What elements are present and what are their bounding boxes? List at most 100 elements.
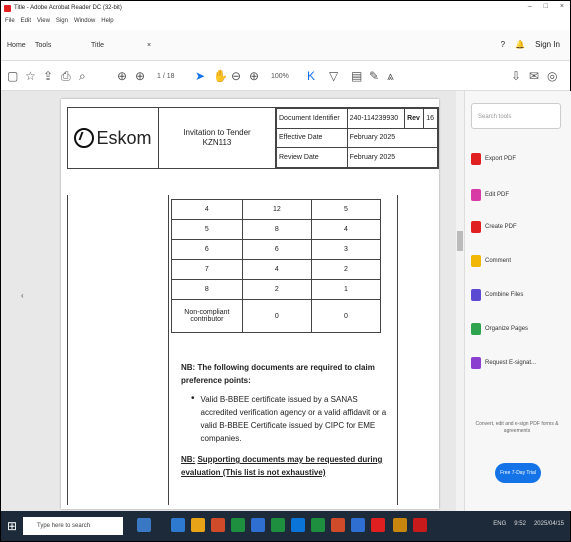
free-trial-button[interactable]: Free 7-Day Trial <box>495 463 541 483</box>
table-cell: 4 <box>310 219 382 240</box>
tab-tools[interactable]: Tools <box>35 42 51 49</box>
eskom-logo-icon <box>74 128 95 148</box>
create-icon[interactable]: ▢ <box>7 69 18 83</box>
highlight-icon[interactable]: K <box>307 69 315 83</box>
taskbar-app-icon[interactable] <box>393 518 407 532</box>
tool-organize-pages[interactable]: Organize Pages <box>471 323 528 335</box>
pencil-icon[interactable]: ✎ <box>369 69 379 83</box>
tool-comment[interactable]: Comment <box>471 255 511 267</box>
points-table: 4 12 5 584 663 742 821 Non-compliant contr… <box>171 199 382 333</box>
scrollbar-thumb[interactable] <box>457 231 463 251</box>
clock-time[interactable]: 9:52 <box>514 521 526 527</box>
tool-label: Create PDF <box>485 224 517 230</box>
taskbar-app-icon[interactable] <box>251 518 265 532</box>
help-icon[interactable]: ? <box>501 40 505 49</box>
table-cell: 6 <box>241 239 312 260</box>
select-cursor-icon[interactable]: ➤ <box>195 69 205 83</box>
document-area[interactable]: Eskom Invitation to Tender KZN113 Docume… <box>1 91 456 511</box>
zoom-level[interactable]: 100% <box>271 73 289 80</box>
taskbar-search-input[interactable]: Type here to search <box>23 517 123 535</box>
file-explorer-icon[interactable] <box>191 518 205 532</box>
search-icon[interactable]: ⌕ <box>79 69 86 84</box>
bookmark-icon[interactable]: ☆ <box>25 69 36 83</box>
taskbar-app-icon[interactable] <box>271 518 285 532</box>
email-icon[interactable]: ✉ <box>529 69 539 83</box>
window-title: Title - Adobe Acrobat Reader DC (32-bit) <box>14 5 122 11</box>
bell-icon[interactable]: 🔔 <box>515 40 525 49</box>
vertical-scrollbar[interactable] <box>456 91 464 511</box>
header-value: 240-114239930 <box>346 108 406 129</box>
bullet-icon: • <box>191 393 195 404</box>
language-indicator[interactable]: ENG <box>493 521 506 527</box>
taskbar-app-icon[interactable] <box>371 518 385 532</box>
windows-start-icon[interactable]: ⊞ <box>7 519 17 533</box>
table-row: 742 <box>171 259 382 280</box>
taskbar-app-icon[interactable] <box>331 518 345 532</box>
stamp-icon[interactable]: ▤ <box>351 69 362 83</box>
menu-sign[interactable]: Sign <box>56 18 68 24</box>
tool-request-esign[interactable]: Request E-signat... <box>471 357 536 369</box>
promo-text: Convert, edit and e-sign PDF forms & agr… <box>475 421 559 434</box>
tools-search-input[interactable]: Search tools <box>471 103 561 129</box>
share-icon[interactable]: ⇪ <box>43 69 53 83</box>
print-icon[interactable]: ⎙ <box>61 69 71 84</box>
minimize-button[interactable]: – <box>528 3 532 10</box>
clock-date[interactable]: 2025/04/15 <box>534 521 564 527</box>
zoom-in-icon[interactable]: ⊕ <box>249 69 259 83</box>
menu-view[interactable]: View <box>37 18 50 24</box>
menu-help[interactable]: Help <box>101 18 113 24</box>
tool-combine-files[interactable]: Combine Files <box>471 289 523 301</box>
document-body: NB: The following documents are required… <box>181 361 395 485</box>
next-page-icon[interactable]: ⊕ <box>135 69 145 83</box>
tools-pane: Search tools Export PDF Edit PDF Create … <box>464 91 571 511</box>
zoom-out-icon[interactable]: ⊖ <box>231 69 241 83</box>
edit-pdf-icon <box>471 189 481 201</box>
tool-edit-pdf[interactable]: Edit PDF <box>471 189 509 201</box>
edge-icon[interactable] <box>291 518 305 532</box>
sign-icon[interactable]: ⩓ <box>387 69 394 84</box>
tab-document[interactable]: Title <box>91 42 104 49</box>
bullet-text: Valid B-BBEE certificate issued by a SAN… <box>200 395 387 443</box>
nb2-text: Supporting documents may be requested du… <box>181 455 383 477</box>
export-icon[interactable]: ⇩ <box>511 69 521 83</box>
taskbar: ⊞ Type here to search ENG 9:52 2025/04/1… <box>1 511 570 541</box>
taskbar-app-icon[interactable] <box>171 518 185 532</box>
maximize-button[interactable]: □ <box>544 3 548 10</box>
header-label: Document Identifier <box>276 108 348 129</box>
page-border-right <box>397 195 398 505</box>
tab-close-icon[interactable]: × <box>147 42 151 49</box>
tool-label: Export PDF <box>485 156 517 162</box>
list-item: • Valid B-BBEE certificate issued by a S… <box>191 393 395 445</box>
create-pdf-icon <box>471 221 481 233</box>
table-row: Non-compliant contributor 0 0 <box>171 299 382 333</box>
table-cell: 6 <box>171 239 243 260</box>
nb2-label: NB: <box>181 455 196 464</box>
tool-label: Combine Files <box>485 292 524 298</box>
sign-in-link[interactable]: Sign In <box>535 40 560 49</box>
nb-note: NB: Supporting documents may be requeste… <box>181 453 395 479</box>
menu-edit[interactable]: Edit <box>21 18 31 24</box>
logo-text: Eskom <box>96 127 152 148</box>
comment-icon[interactable]: ▽ <box>329 69 338 83</box>
toolbar: ▢ ☆ ⇪ ⎙ ⌕ ⊕ ⊕ 1 / 18 ➤ ✋ ⊖ ⊕ 100% K ▽ ▤ … <box>1 64 570 91</box>
menu-file[interactable]: File <box>5 18 15 24</box>
page-number[interactable]: 1 / 18 <box>157 73 175 80</box>
tool-create-pdf[interactable]: Create PDF <box>471 221 517 233</box>
close-button[interactable]: × <box>560 3 564 10</box>
title-line-1: Invitation to Tender <box>183 128 251 137</box>
tool-export-pdf[interactable]: Export PDF <box>471 153 516 165</box>
menu-window[interactable]: Window <box>74 18 95 24</box>
table-cell: 3 <box>310 239 382 260</box>
tab-home[interactable]: Home <box>7 42 26 49</box>
acrobat-taskbar-icon[interactable] <box>413 518 427 532</box>
prev-page-icon[interactable]: ⊕ <box>117 69 127 83</box>
profile-icon[interactable]: ◎ <box>547 69 557 83</box>
collapse-left-icon[interactable]: ‹ <box>21 291 24 300</box>
task-view-icon[interactable] <box>137 518 151 532</box>
taskbar-app-icon[interactable] <box>351 518 365 532</box>
hand-icon[interactable]: ✋ <box>213 69 228 83</box>
taskbar-app-icon[interactable] <box>231 518 245 532</box>
taskbar-app-icon[interactable] <box>311 518 325 532</box>
table-cell: 0 <box>241 299 312 333</box>
taskbar-app-icon[interactable] <box>211 518 225 532</box>
